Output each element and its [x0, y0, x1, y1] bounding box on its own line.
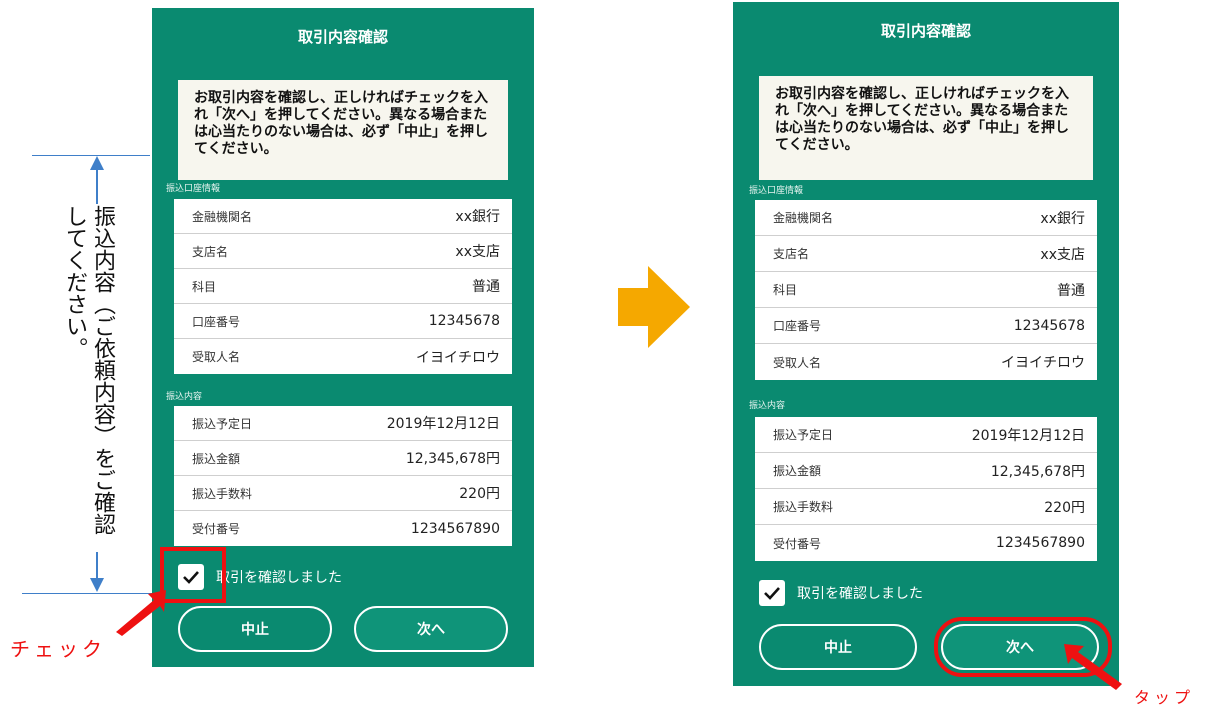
row-label: 口座番号	[773, 319, 822, 333]
table-row: 受付番号 1234567890	[174, 511, 512, 546]
row-label: 受付番号	[192, 522, 241, 536]
table-row: 金融機関名 xx銀行	[755, 200, 1097, 236]
pointer-arrow-icon	[116, 590, 166, 636]
checkmark-icon	[764, 587, 780, 600]
row-value: 1234567890	[410, 520, 500, 537]
row-label: 振込手数料	[773, 500, 834, 514]
row-value: 普通	[472, 279, 500, 295]
row-label: 受取人名	[192, 350, 241, 364]
table-row: 受取人名 イヨイチロウ	[755, 344, 1097, 380]
row-label: 金融機関名	[192, 209, 253, 224]
page-title: 取引内容確認	[297, 28, 388, 46]
table-row: 振込金額 12,345,678円	[755, 453, 1097, 489]
account-table: 金融機関名 xx銀行 支店名 xx支店 科目 普通 口座番号 12345678 受取人名…	[174, 199, 512, 374]
account-section-label: 振込口座情報	[749, 186, 804, 196]
up-arrow-icon	[90, 156, 104, 204]
row-label: 振込手数料	[192, 486, 253, 501]
row-value: xx銀行	[455, 209, 500, 225]
down-arrow-icon	[90, 552, 104, 592]
account-table: 金融機関名 xx銀行 支店名 xx支店 科目 普通 口座番号 12345678 受取人名…	[755, 200, 1097, 380]
row-label: 科目	[773, 283, 798, 297]
table-row: 口座番号 12345678	[174, 304, 512, 339]
right-arrow-icon	[618, 266, 690, 348]
row-value: 12,345,678円	[990, 463, 1085, 480]
table-row: 支店名 xx支店	[755, 236, 1097, 272]
row-label: 支店名	[773, 247, 810, 261]
row-label: 振込金額	[192, 451, 241, 466]
table-row: 振込金額 12,345,678円	[174, 441, 512, 476]
table-row: 振込予定日 2019年12月12日	[174, 406, 512, 441]
tap-annotation-label: タップ	[1134, 688, 1195, 707]
table-row: 科目 普通	[174, 269, 512, 304]
row-label: 支店名	[192, 244, 229, 259]
transfer-section-label: 振込内容	[749, 401, 786, 411]
transfer-table: 振込予定日 2019年12月12日 振込金額 12,345,678円 振込手数料 22…	[755, 417, 1097, 561]
row-value: 普通	[1057, 282, 1085, 299]
pointer-arrow-icon	[1064, 644, 1122, 690]
row-value: イヨイチロウ	[416, 349, 500, 366]
row-value: xx銀行	[1040, 210, 1085, 227]
confirm-check-row[interactable]: 取引を確認しました	[759, 580, 923, 606]
instruction-notice: お取引内容を確認し、正しければチェックを入れ「次へ」を押してください。異なる場合…	[178, 80, 508, 180]
row-value: イヨイチロウ	[1001, 355, 1085, 371]
row-label: 科目	[192, 279, 217, 294]
row-label: 受付番号	[773, 536, 822, 551]
row-label: 振込金額	[773, 464, 822, 478]
page-title: 取引内容確認	[880, 22, 971, 40]
row-value: 12345678	[428, 313, 500, 329]
row-value: 12,345,678円	[405, 451, 500, 467]
cancel-button[interactable]: 中止	[759, 624, 917, 670]
row-label: 金融機関名	[773, 211, 834, 225]
left-annotation-note: 振込内容（ご依頼内容）をご確認してください。	[62, 205, 115, 535]
table-row: 振込手数料 220円	[174, 476, 512, 511]
table-row: 振込手数料 220円	[755, 489, 1097, 525]
instruction-notice: お取引内容を確認し、正しければチェックを入れ「次へ」を押してください。異なる場合…	[759, 76, 1093, 180]
next-button[interactable]: 次へ	[354, 606, 508, 652]
row-value: 1234567890	[995, 535, 1085, 551]
row-value: 220円	[1044, 499, 1085, 516]
transfer-section-label: 振込内容	[166, 392, 203, 402]
row-value: xx支店	[1040, 246, 1085, 263]
row-value: 12345678	[1013, 317, 1085, 334]
row-label: 受取人名	[773, 355, 822, 370]
confirm-checkbox[interactable]	[759, 580, 785, 606]
table-row: 支店名 xx支店	[174, 234, 512, 269]
table-row: 口座番号 12345678	[755, 308, 1097, 344]
row-value: xx支店	[455, 244, 500, 260]
table-row: 振込予定日 2019年12月12日	[755, 417, 1097, 453]
check-annotation-label: チェック	[10, 637, 106, 661]
row-value: 220円	[459, 486, 500, 502]
confirm-checkbox-label: 取引を確認しました	[216, 570, 342, 586]
row-value: 2019年12月12日	[386, 416, 500, 432]
row-value: 2019年12月12日	[971, 427, 1085, 444]
table-row: 受付番号 1234567890	[755, 525, 1097, 561]
table-row: 金融機関名 xx銀行	[174, 199, 512, 234]
row-label: 口座番号	[192, 314, 241, 329]
row-label: 振込予定日	[773, 428, 834, 442]
confirm-checkbox-label: 取引を確認しました	[797, 586, 923, 602]
account-section-label: 振込口座情報	[166, 184, 221, 194]
table-row: 受取人名 イヨイチロウ	[174, 339, 512, 374]
table-row: 科目 普通	[755, 272, 1097, 308]
screen-after-check: 取引内容確認 お取引内容を確認し、正しければチェックを入れ「次へ」を押してくださ…	[733, 2, 1119, 686]
row-label: 振込予定日	[192, 416, 253, 431]
cancel-button[interactable]: 中止	[178, 606, 332, 652]
transfer-table: 振込予定日 2019年12月12日 振込金額 12,345,678円 振込手数料 22…	[174, 406, 512, 546]
